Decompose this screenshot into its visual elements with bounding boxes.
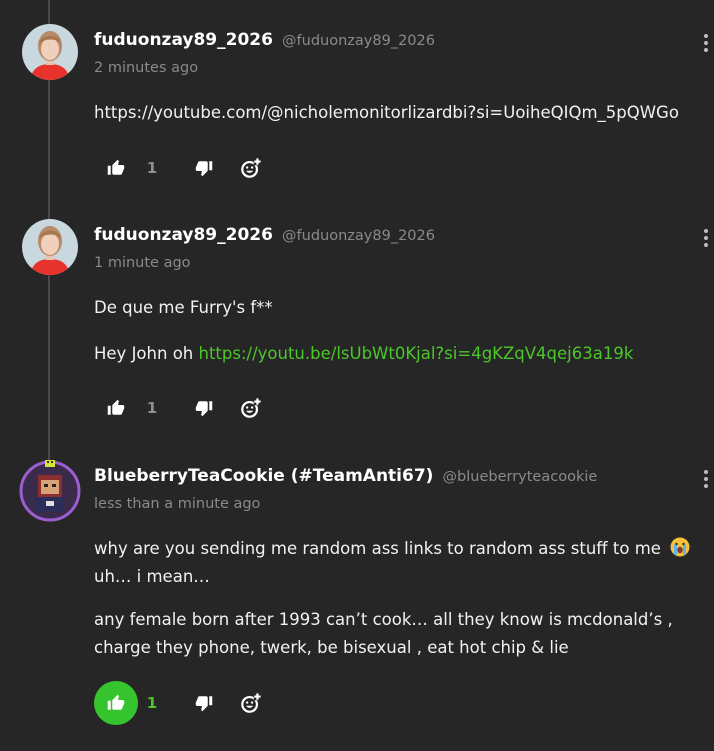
more-options-icon[interactable] (700, 34, 712, 56)
user-avatar[interactable] (22, 219, 78, 275)
add-reaction-icon (241, 692, 262, 713)
dislike-button[interactable] (192, 386, 216, 430)
comment-thread: fuduonzay89_2026 @fuduonzay89_2026 2 min… (0, 0, 714, 751)
like-button[interactable] (94, 681, 138, 725)
crying-face-emoji (670, 537, 690, 557)
comment-text-prefix: Hey John oh (94, 344, 199, 363)
add-reaction-icon (241, 157, 262, 178)
comment-text-line: why are you sending me random ass links … (94, 539, 661, 558)
timestamp: 1 minute ago (94, 255, 191, 271)
thumbs-down-icon (195, 401, 213, 417)
username[interactable]: fuduonzay89_2026 (94, 225, 273, 245)
like-button[interactable] (94, 386, 138, 430)
more-options-icon[interactable] (700, 229, 712, 251)
user-handle[interactable]: @blueberryteacookie (443, 469, 598, 485)
like-count: 1 (146, 694, 158, 712)
username[interactable]: BlueberryTeaCookie (#TeamAnti67) (94, 466, 433, 486)
like-count: 1 (146, 159, 158, 177)
comment-text: De que me Furry's f** (94, 298, 273, 317)
comment-text: why are you sending me random ass links … (94, 535, 690, 562)
pixel-character-avatar (19, 460, 81, 522)
user-avatar[interactable] (19, 460, 81, 522)
thumbs-down-icon (195, 161, 213, 177)
add-reaction-icon (241, 397, 262, 418)
comment-text: charge they phone, twerk, be bisexual , … (94, 638, 569, 657)
add-reaction-button[interactable] (238, 386, 264, 430)
dislike-button[interactable] (192, 146, 216, 190)
comment-text: any female born after 1993 can’t cook… a… (94, 610, 673, 629)
like-count: 1 (146, 399, 158, 417)
youtube-link[interactable]: https://youtu.be/lsUbWt0Kjal?si=4gKZqV4q… (199, 344, 634, 363)
thumbs-up-icon (107, 694, 125, 710)
comment-text-with-link: Hey John oh https://youtu.be/lsUbWt0Kjal… (94, 340, 633, 367)
comment-text: uh… i mean… (94, 567, 210, 586)
user-handle[interactable]: @fuduonzay89_2026 (282, 33, 435, 49)
like-button[interactable] (94, 146, 138, 190)
timestamp: 2 minutes ago (94, 60, 199, 76)
woman-red-shirt-avatar (22, 219, 78, 275)
woman-red-shirt-avatar (22, 24, 78, 80)
more-options-icon[interactable] (700, 470, 712, 492)
thumbs-down-icon (195, 696, 213, 712)
thumbs-up-icon (107, 159, 125, 175)
user-avatar[interactable] (22, 24, 78, 80)
add-reaction-button[interactable] (238, 681, 264, 725)
dislike-button[interactable] (192, 681, 216, 725)
add-reaction-button[interactable] (238, 146, 264, 190)
username[interactable]: fuduonzay89_2026 (94, 30, 273, 50)
timestamp: less than a minute ago (94, 496, 261, 512)
comment-text: https://youtube.com/@nicholemonitorlizar… (94, 103, 679, 122)
user-handle[interactable]: @fuduonzay89_2026 (282, 228, 435, 244)
thumbs-up-icon (107, 399, 125, 415)
